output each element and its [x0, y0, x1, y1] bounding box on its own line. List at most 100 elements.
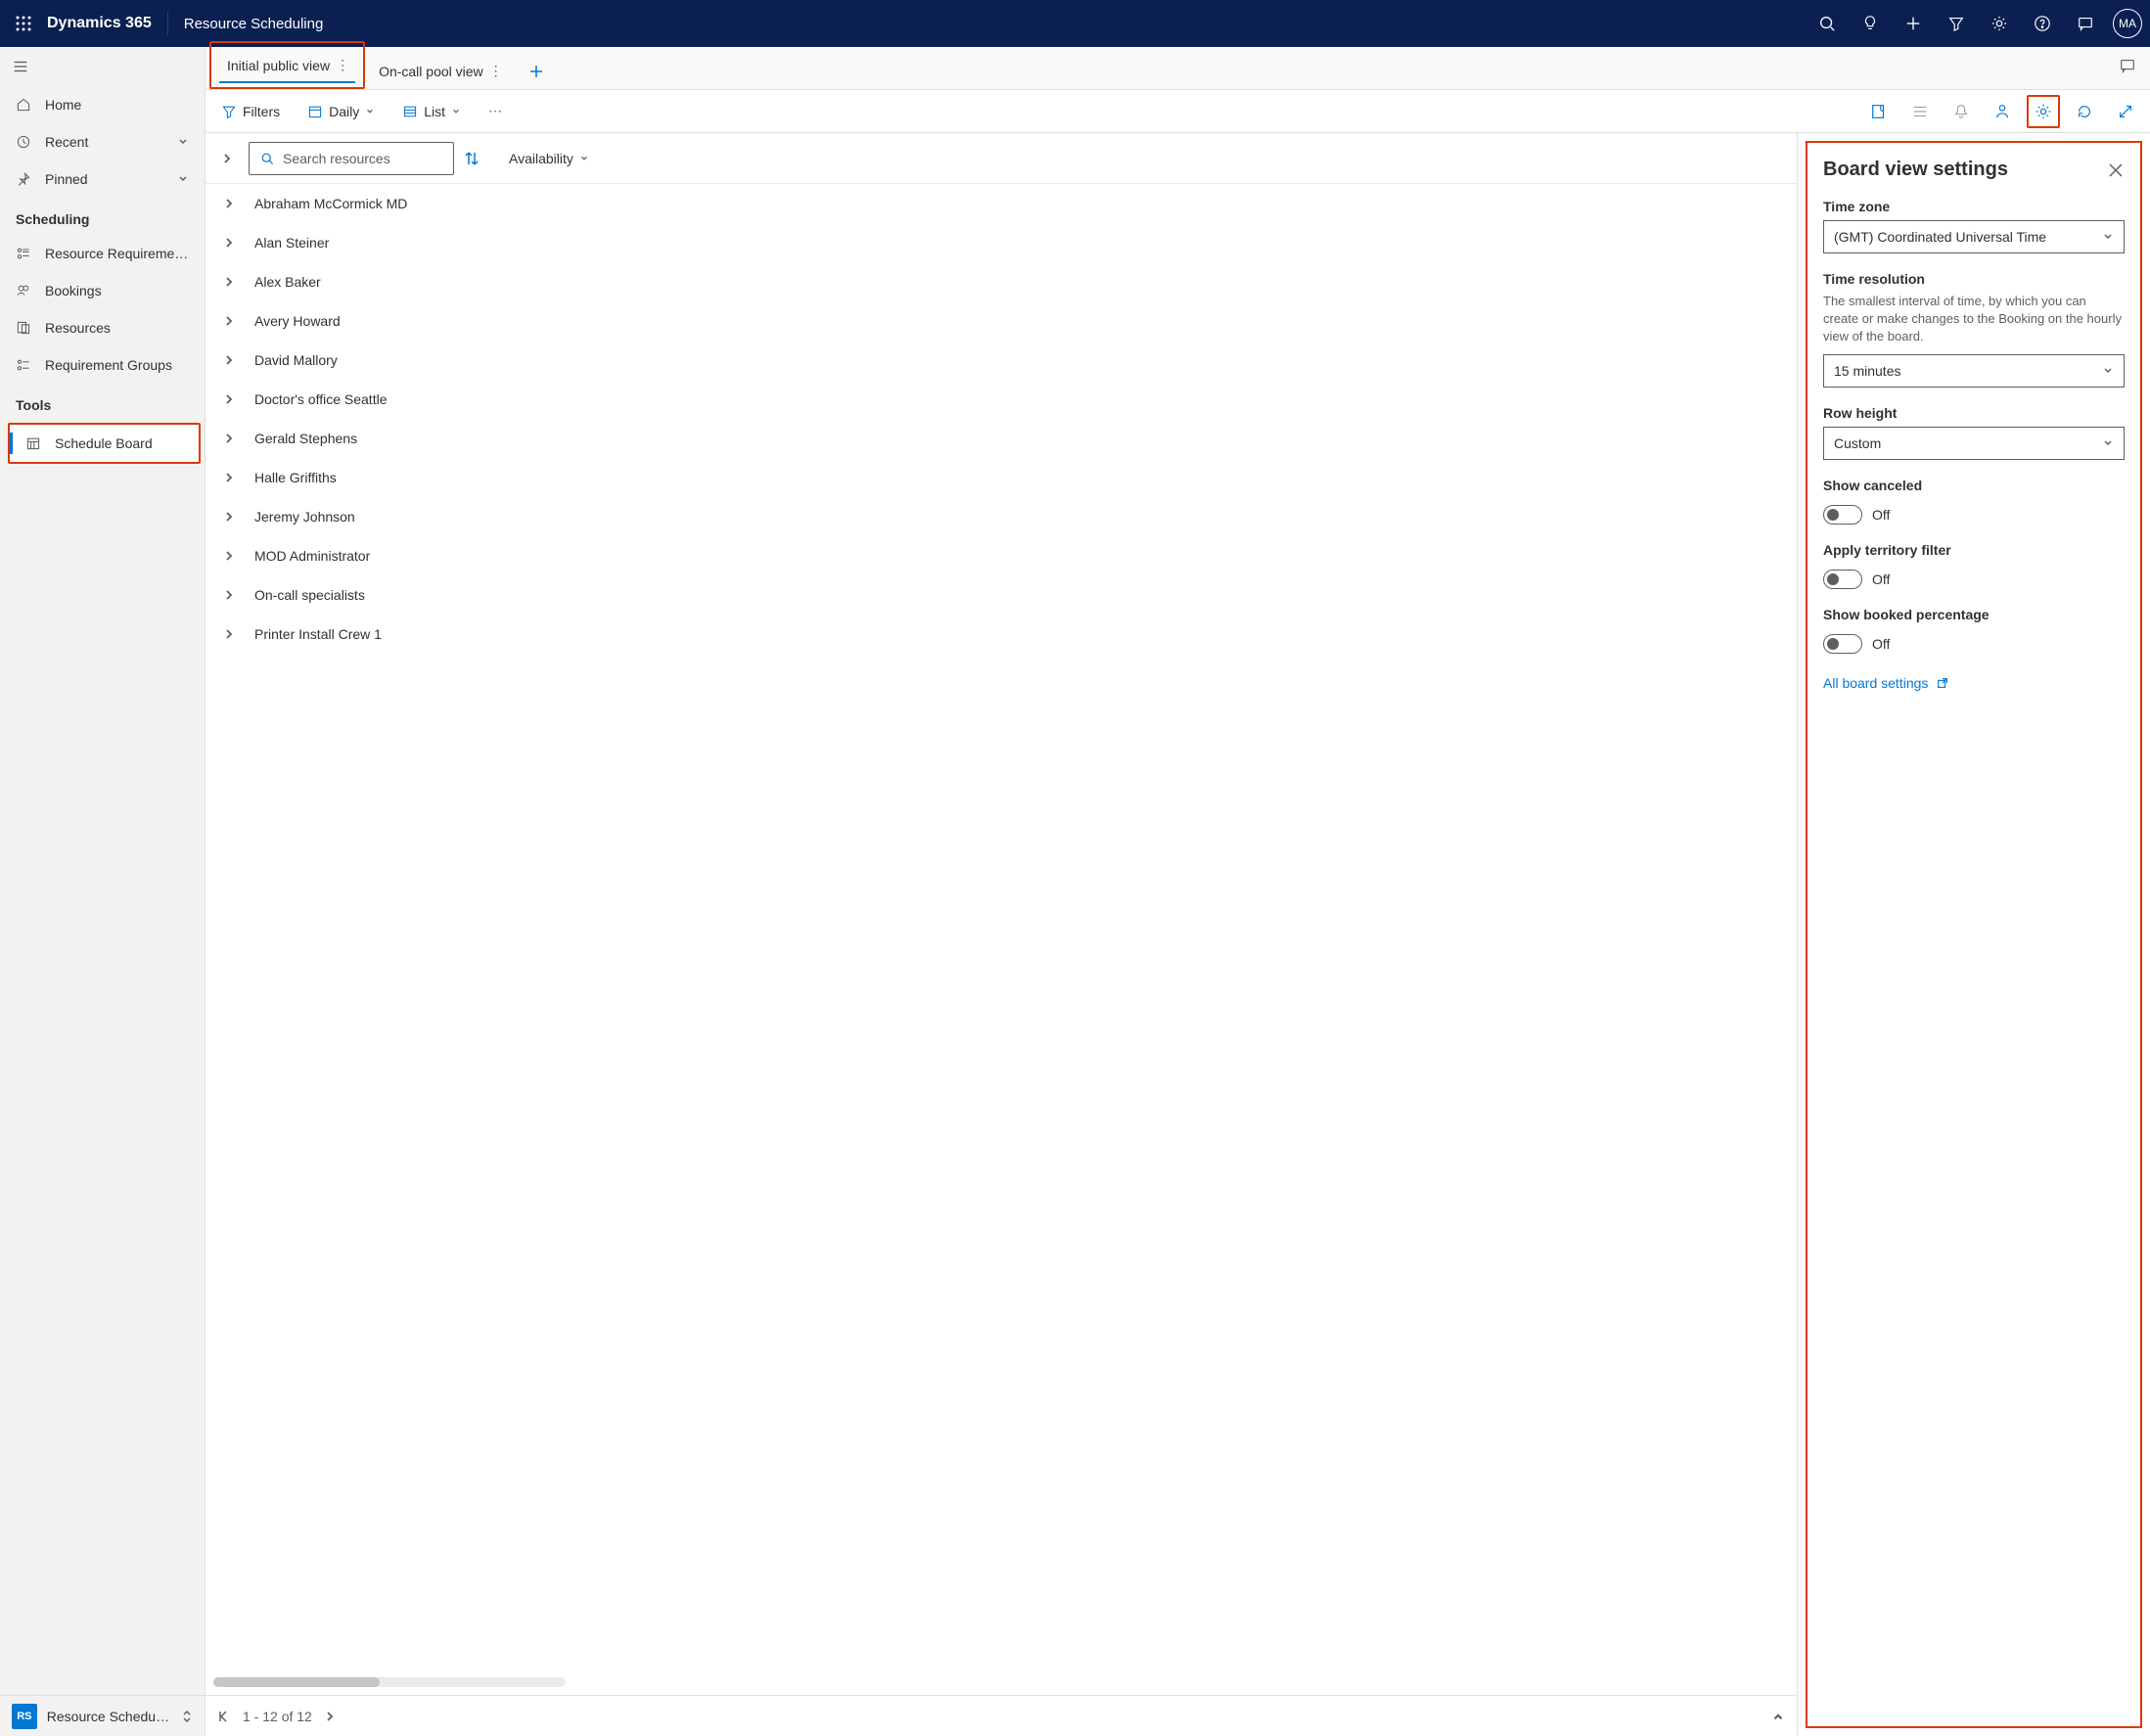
time-resolution-select[interactable]: 15 minutes	[1823, 354, 2125, 388]
first-page-button[interactable]	[217, 1710, 231, 1723]
resource-row[interactable]: Halle Griffiths	[206, 458, 1797, 497]
chevron-down-icon	[2102, 437, 2114, 449]
calendar-grid-icon	[25, 435, 43, 451]
resources-icon	[16, 320, 33, 336]
gear-icon[interactable]	[1984, 8, 2015, 39]
sidebar-area-switcher[interactable]: RS Resource Schedul…	[0, 1695, 205, 1736]
sidebar-section-tools: Tools	[0, 384, 205, 421]
expand-resource-icon[interactable]	[217, 348, 241, 372]
more-commands-button[interactable]: ⋯	[480, 99, 510, 123]
expand-resource-icon[interactable]	[217, 388, 241, 411]
board-settings-button[interactable]	[2027, 95, 2060, 128]
more-vertical-icon[interactable]: ⋮	[489, 63, 503, 79]
sidebar-item-recent[interactable]: Recent	[0, 123, 205, 160]
chevron-down-icon	[177, 173, 189, 185]
expand-icon[interactable]	[2109, 95, 2142, 128]
collapse-button[interactable]	[215, 147, 239, 170]
more-vertical-icon[interactable]: ⋮	[336, 57, 349, 73]
row-height-select[interactable]: Custom	[1823, 427, 2125, 460]
resource-row[interactable]: Alan Steiner	[206, 223, 1797, 262]
tab-initial-public-view[interactable]: Initial public view ⋮	[213, 47, 361, 83]
search-icon[interactable]	[1811, 8, 1843, 39]
sidebar-item-label: Resource Requireme…	[45, 246, 188, 261]
app-launcher-icon[interactable]	[8, 8, 39, 39]
horizontal-scrollbar[interactable]	[213, 1677, 566, 1687]
resource-row[interactable]: Avery Howard	[206, 301, 1797, 341]
filters-button[interactable]: Filters	[213, 98, 288, 125]
sidebar-item-label: Requirement Groups	[45, 357, 172, 373]
sidebar-item-pinned[interactable]: Pinned	[0, 160, 205, 198]
resource-name: David Mallory	[254, 352, 338, 368]
sidebar-item-resource-requirements[interactable]: Resource Requireme…	[0, 235, 205, 272]
tab-label: On-call pool view	[379, 64, 483, 79]
user-avatar[interactable]: MA	[2113, 9, 2142, 38]
all-board-settings-link[interactable]: All board settings	[1823, 675, 2125, 691]
close-panel-button[interactable]	[2107, 161, 2125, 179]
sidebar-item-label: Recent	[45, 134, 88, 150]
sidebar-item-bookings[interactable]: Bookings	[0, 272, 205, 309]
expand-resource-icon[interactable]	[217, 466, 241, 489]
funnel-icon[interactable]	[1941, 8, 1972, 39]
resource-row[interactable]: Gerald Stephens	[206, 419, 1797, 458]
sidebar-section-scheduling: Scheduling	[0, 198, 205, 235]
resource-row[interactable]: David Mallory	[206, 341, 1797, 380]
legend-icon[interactable]	[1903, 95, 1937, 128]
collapse-pager-icon[interactable]	[1771, 1710, 1785, 1723]
sidebar-item-resources[interactable]: Resources	[0, 309, 205, 346]
resource-name: On-call specialists	[254, 587, 365, 603]
panel-title: Board view settings	[1823, 159, 2107, 181]
button-label: Filters	[243, 104, 280, 119]
filter-save-icon[interactable]	[1862, 95, 1896, 128]
people-icon[interactable]	[1986, 95, 2019, 128]
tab-on-call-pool-view[interactable]: On-call pool view ⋮	[365, 53, 515, 89]
app-name[interactable]: Dynamics 365	[47, 15, 152, 32]
help-icon[interactable]	[2027, 8, 2058, 39]
sidebar-item-schedule-board[interactable]: Schedule Board	[10, 425, 199, 462]
popout-icon	[1936, 676, 1949, 690]
sort-icon[interactable]	[464, 150, 489, 167]
chat-icon[interactable]	[2070, 8, 2101, 39]
territory-filter-toggle[interactable]	[1823, 570, 1862, 589]
expand-resource-icon[interactable]	[217, 427, 241, 450]
hamburger-icon[interactable]	[0, 47, 205, 86]
chat-pane-icon[interactable]	[2119, 57, 2136, 74]
resource-row[interactable]: MOD Administrator	[206, 536, 1797, 575]
chevron-down-icon	[365, 107, 375, 116]
resource-name: Avery Howard	[254, 313, 341, 329]
resource-row[interactable]: Printer Install Crew 1	[206, 615, 1797, 654]
toggle-value: Off	[1872, 507, 1890, 523]
booked-percentage-toggle[interactable]	[1823, 634, 1862, 654]
expand-resource-icon[interactable]	[217, 270, 241, 294]
sidebar-item-requirement-groups[interactable]: Requirement Groups	[0, 346, 205, 384]
resource-row[interactable]: Alex Baker	[206, 262, 1797, 301]
sidebar-item-home[interactable]: Home	[0, 86, 205, 123]
expand-resource-icon[interactable]	[217, 505, 241, 528]
expand-resource-icon[interactable]	[217, 622, 241, 646]
expand-resource-icon[interactable]	[217, 544, 241, 568]
availability-dropdown[interactable]: Availability	[509, 151, 589, 166]
refresh-icon[interactable]	[2068, 95, 2101, 128]
resource-row[interactable]: Abraham McCormick MD	[206, 184, 1797, 223]
expand-resource-icon[interactable]	[217, 231, 241, 254]
time-zone-select[interactable]: (GMT) Coordinated Universal Time	[1823, 220, 2125, 253]
show-canceled-toggle[interactable]	[1823, 505, 1862, 525]
resource-row[interactable]: On-call specialists	[206, 575, 1797, 615]
add-tab-button[interactable]	[515, 54, 558, 89]
resource-list: Abraham McCormick MDAlan SteinerAlex Bak…	[206, 184, 1797, 1695]
toggle-value: Off	[1872, 571, 1890, 587]
daily-dropdown[interactable]: Daily	[299, 98, 383, 125]
expand-resource-icon[interactable]	[217, 583, 241, 607]
add-icon[interactable]	[1898, 8, 1929, 39]
resource-row[interactable]: Doctor's office Seattle	[206, 380, 1797, 419]
search-resources-input[interactable]: Search resources	[249, 142, 454, 175]
resource-row[interactable]: Jeremy Johnson	[206, 497, 1797, 536]
lightbulb-icon[interactable]	[1854, 8, 1886, 39]
list-dropdown[interactable]: List	[394, 98, 469, 125]
expand-resource-icon[interactable]	[217, 309, 241, 333]
next-page-button[interactable]	[324, 1711, 336, 1722]
clock-icon	[16, 134, 33, 150]
expand-resource-icon[interactable]	[217, 192, 241, 215]
area-name[interactable]: Resource Scheduling	[184, 16, 324, 32]
bell-icon[interactable]	[1944, 95, 1978, 128]
row-height-label: Row height	[1823, 405, 2125, 421]
